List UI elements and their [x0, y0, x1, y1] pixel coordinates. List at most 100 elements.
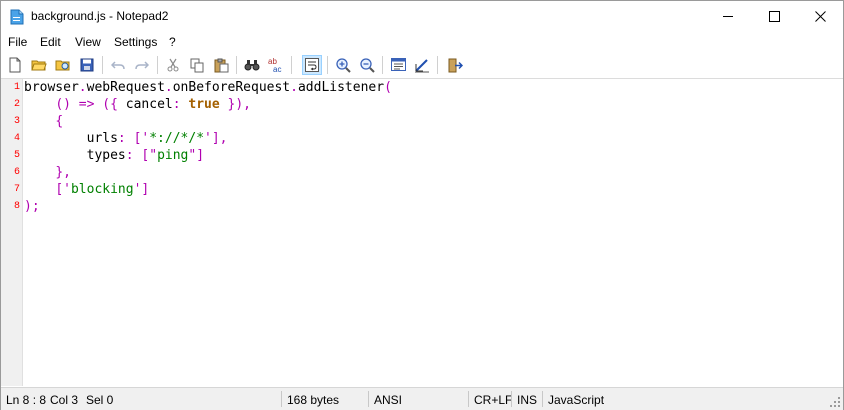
window-title: background.js - Notepad2 [31, 9, 169, 23]
menu-bar: File Edit View Settings ? [1, 32, 843, 52]
status-position: Ln 8 : 8 [6, 393, 47, 407]
code-token: types [24, 148, 126, 163]
zoom-out-icon [359, 57, 375, 73]
zoom-out-button[interactable] [357, 55, 377, 75]
code-token: . [78, 80, 87, 95]
toolbar-separator [291, 56, 292, 74]
status-insert-mode: INS [517, 393, 538, 407]
replace-icon: abac [268, 57, 281, 73]
undo-button[interactable] [108, 55, 128, 75]
new-file-button[interactable] [5, 55, 25, 75]
code-line[interactable]: types: ["ping"] [24, 147, 204, 164]
select-scheme-button[interactable] [388, 55, 408, 75]
code-token: }, [55, 165, 71, 180]
browse-button[interactable] [53, 55, 73, 75]
line-number: 4 [13, 133, 20, 144]
toolbar-separator [157, 56, 158, 74]
code-editor[interactable]: 1 2 3 4 5 6 7 8 browser.webRequest.onBef… [1, 79, 843, 386]
status-separator [542, 391, 543, 407]
code-token: ); [24, 199, 40, 214]
code-line[interactable]: ); [24, 198, 40, 215]
menu-settings[interactable]: Settings [114, 35, 157, 49]
find-icon [244, 60, 260, 71]
status-column: Col 3 [50, 393, 79, 407]
cut-button[interactable] [163, 55, 183, 75]
line-number: 6 [13, 167, 20, 178]
resize-grip-icon[interactable] [829, 396, 841, 408]
line-number: 3 [13, 116, 20, 127]
code-token: addListener [297, 80, 385, 95]
title-bar[interactable]: background.js - Notepad2 [1, 1, 843, 32]
code-line[interactable]: browser.webRequest.onBeforeRequest.addLi… [24, 79, 392, 96]
toolbar-separator [327, 56, 328, 74]
find-button[interactable] [242, 55, 262, 75]
code-token: '] [133, 182, 150, 197]
close-button[interactable] [797, 1, 843, 32]
code-line[interactable]: () => ({ cancel: true }), [24, 96, 251, 113]
undo-icon [111, 61, 125, 70]
redo-icon [135, 61, 149, 70]
code-token: "] [188, 148, 205, 163]
minimize-button[interactable] [705, 1, 751, 32]
word-wrap-button[interactable] [302, 55, 322, 75]
code-token: ( [384, 80, 392, 95]
code-token: ping [157, 148, 189, 163]
maximize-icon [768, 11, 780, 22]
customize-scheme-button[interactable] [412, 55, 432, 75]
menu-edit[interactable]: Edit [40, 35, 61, 49]
word-wrap-icon [305, 58, 319, 72]
toolbar-separator [102, 56, 103, 74]
save-button[interactable] [77, 55, 97, 75]
toolbar-separator [382, 56, 383, 74]
browse-icon [55, 60, 70, 71]
code-token: . [290, 80, 298, 95]
status-bar: Ln 8 : 8 Col 3 Sel 0 168 bytes ANSI CR+L… [1, 387, 843, 410]
copy-icon [190, 58, 203, 72]
zoom-in-icon [335, 57, 351, 73]
code-line[interactable]: { [24, 113, 63, 130]
document-app-icon [10, 9, 24, 25]
toolbar-separator [236, 56, 237, 74]
paste-button[interactable] [211, 55, 231, 75]
open-file-icon [31, 60, 47, 71]
menu-view[interactable]: View [75, 35, 101, 49]
zoom-in-button[interactable] [333, 55, 353, 75]
code-token: : [' [117, 131, 150, 146]
open-file-button[interactable] [29, 55, 49, 75]
replace-button[interactable]: ab ac [266, 55, 286, 75]
code-token: }), [219, 97, 252, 112]
code-line[interactable]: ['blocking'] [24, 181, 149, 198]
copy-button[interactable] [187, 55, 207, 75]
toolbar-separator [437, 56, 438, 74]
minimize-icon [722, 16, 733, 17]
close-icon [814, 11, 826, 22]
line-number: 8 [13, 201, 20, 212]
line-number: 1 [13, 82, 20, 93]
svg-text:ac: ac [273, 65, 281, 73]
menu-help[interactable]: ? [169, 35, 176, 49]
code-token: () => ({ [55, 97, 126, 112]
code-token: cancel [125, 97, 173, 112]
code-token: : [" [125, 148, 158, 163]
code-token: blocking [70, 182, 134, 197]
status-separator [281, 391, 282, 407]
redo-button[interactable] [132, 55, 152, 75]
line-number: 7 [13, 184, 20, 195]
code-token: true [188, 97, 220, 112]
maximize-button[interactable] [751, 1, 797, 32]
toolbar: ab ac [1, 52, 843, 79]
code-line[interactable]: }, [24, 164, 71, 181]
code-token: *://*/* [149, 131, 205, 146]
code-token: onBeforeRequest [172, 80, 291, 95]
status-selection: Sel 0 [86, 393, 114, 407]
status-encoding: ANSI [374, 393, 403, 407]
menu-file[interactable]: File [8, 35, 27, 49]
exit-button[interactable] [445, 55, 465, 75]
code-line[interactable]: urls: ['*://*/*'], [24, 130, 228, 147]
cut-icon [167, 58, 179, 72]
code-token: : [172, 97, 189, 112]
paste-icon [214, 58, 228, 72]
save-icon [80, 58, 94, 72]
